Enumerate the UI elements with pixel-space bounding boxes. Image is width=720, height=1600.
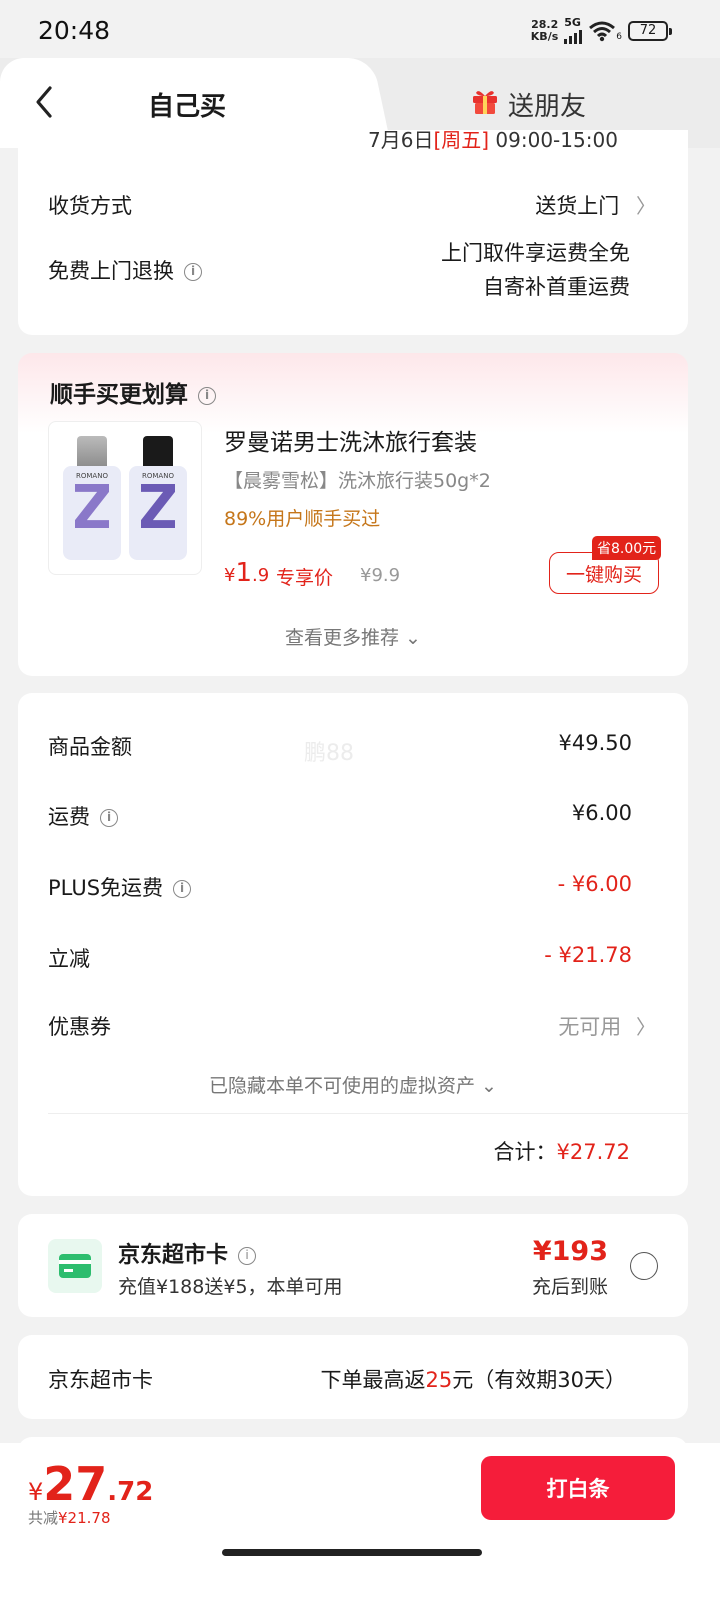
coupon-label: 优惠券	[48, 1015, 111, 1039]
save-badge: 省8.00元	[592, 536, 662, 560]
delivery-method-label: 收货方式	[48, 194, 132, 218]
subtotal-value: ¥49.50	[558, 731, 632, 755]
tab-gift-friend-label: 送朋友	[508, 92, 587, 122]
status-time: 20:48	[38, 16, 111, 45]
watermark: 鹏88	[304, 741, 354, 766]
plus-free-shipping-value: - ¥6.00	[557, 872, 632, 896]
credit-card-icon	[48, 1239, 102, 1293]
price-summary-card: 鹏88 商品金额 ¥49.50 运费 i ¥6.00 PLUS免运费 i - ¥6.…	[18, 693, 688, 1196]
free-return-label: 免费上门退换 i	[48, 255, 202, 285]
info-icon[interactable]: i	[198, 386, 216, 405]
supermarket-card-title: 京东超市卡 i	[118, 1237, 257, 1269]
cellular-signal-icon: 5G	[564, 17, 583, 44]
plus-free-shipping-label: PLUS免运费 i	[48, 872, 192, 902]
instant-discount-value: - ¥21.78	[544, 943, 632, 967]
tab-gift-friend[interactable]: 送朋友	[472, 86, 586, 123]
wifi-icon: 6	[588, 20, 622, 42]
product-image[interactable]: ROMANO ROMANO	[48, 421, 202, 575]
bottle-black: ROMANO	[129, 436, 187, 560]
supermarket-card-amount: ¥193	[532, 1236, 608, 1267]
total-saved: 共减¥21.78	[28, 1509, 111, 1527]
rebate-value: 下单最高返25元（有效期30天）	[320, 1368, 626, 1392]
order-total: 合计：¥27.72	[493, 1140, 630, 1164]
product-price: ¥1.9	[224, 558, 270, 588]
rebate-card: 京东超市卡 下单最高返25元（有效期30天）	[18, 1335, 688, 1419]
delivery-date: 7月6日[周五] 09:00-15:00	[368, 130, 618, 152]
status-bar: 20:48 28.2 KB/s 5G 6 72	[0, 0, 720, 60]
gift-icon	[472, 87, 498, 122]
shipping-value: ¥6.00	[571, 801, 632, 825]
chevron-right-icon: 〉	[636, 1015, 656, 1039]
bottom-checkout-bar: ¥27.72 共减¥21.78 打白条	[0, 1443, 720, 1600]
tab-self-buy[interactable]: 自己买	[148, 86, 226, 123]
info-icon[interactable]: i	[100, 809, 118, 827]
delivery-method-value[interactable]: 送货上门 〉	[535, 190, 656, 220]
pay-button[interactable]: 打白条	[481, 1456, 675, 1520]
info-icon[interactable]: i	[173, 880, 192, 898]
status-icons: 28.2 KB/s 5G 6 72	[530, 17, 672, 44]
home-indicator[interactable]	[222, 1549, 482, 1556]
exclusive-price-tag: 专享价	[276, 567, 334, 589]
upsell-title: 顺手买更划算 i	[50, 375, 216, 409]
info-icon[interactable]: i	[238, 1247, 257, 1265]
delivery-card: 7月6日[周五] 09:00-15:00 收货方式 送货上门 〉 免费上门退换 i…	[18, 130, 688, 335]
chevron-right-icon: 〉	[636, 194, 656, 218]
hidden-assets-toggle[interactable]: 已隐藏本单不可使用的虚拟资产 ⌄	[18, 1071, 688, 1098]
info-icon[interactable]: i	[184, 263, 202, 281]
upsell-card: 顺手买更划算 i ROMANO ROMANO 罗曼诺男士洗沐旅行套装 【晨雾雪松】…	[18, 353, 688, 676]
bottom-total-price: ¥27.72	[28, 1457, 154, 1511]
free-return-value: 上门取件享运费全免 自寄补首重运费	[441, 241, 630, 299]
back-button[interactable]	[28, 82, 64, 122]
instant-discount-label: 立减	[48, 947, 90, 971]
product-spec: 【晨雾雪松】洗沐旅行装50g*2	[224, 470, 491, 492]
bottle-grey: ROMANO	[63, 436, 121, 560]
supermarket-card-desc: 充值¥188送¥5，本单可用	[118, 1276, 343, 1298]
rebate-label: 京东超市卡	[48, 1368, 153, 1392]
battery-icon: 72	[628, 20, 672, 41]
divider	[48, 1113, 688, 1114]
supermarket-card-radio[interactable]	[630, 1252, 658, 1280]
original-price: ¥9.9	[360, 565, 401, 586]
shipping-label: 运费 i	[48, 801, 118, 831]
product-bought-text: 89%用户顺手买过	[224, 508, 381, 530]
more-recommendations-link[interactable]: 查看更多推荐 ⌄	[18, 623, 688, 650]
chevron-left-icon	[36, 86, 52, 118]
net-speed: 28.2 KB/s	[530, 17, 559, 43]
supermarket-card-note: 充后到账	[531, 1276, 608, 1298]
supermarket-card-offer[interactable]: 京东超市卡 i 充值¥188送¥5，本单可用 ¥193 充后到账	[18, 1214, 688, 1317]
product-name[interactable]: 罗曼诺男士洗沐旅行套装	[224, 423, 477, 457]
subtotal-label: 商品金额	[48, 735, 132, 759]
coupon-value[interactable]: 无可用 〉	[558, 1011, 656, 1041]
